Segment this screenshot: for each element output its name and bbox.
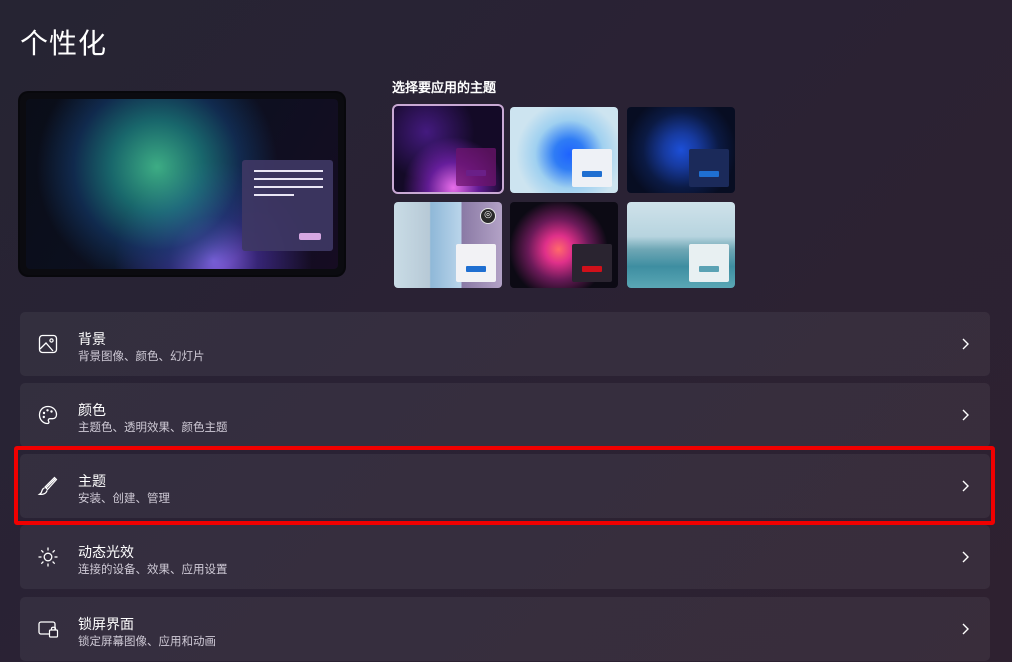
preview-window <box>242 160 333 251</box>
theme-blue-dark[interactable] <box>627 107 735 193</box>
row-subtitle: 主题色、透明效果、颜色主题 <box>78 420 228 434</box>
page-title: 个性化 <box>20 27 108 60</box>
settings-row-lock-screen[interactable]: 锁屏界面 锁定屏幕图像、应用和动画 <box>20 597 990 661</box>
palette-icon <box>38 405 58 425</box>
row-title: 颜色 <box>78 403 106 419</box>
row-subtitle: 安装、创建、管理 <box>78 491 170 505</box>
settings-row-background[interactable]: 背景 背景图像、颜色、幻灯片 <box>20 312 990 376</box>
chevron-right-icon <box>962 480 969 492</box>
sun-icon <box>38 547 58 567</box>
chevron-right-icon <box>962 338 969 350</box>
theme-preview <box>20 93 344 275</box>
camera-icon: ◎ <box>480 208 496 224</box>
row-title: 背景 <box>78 332 106 348</box>
themes-label: 选择要应用的主题 <box>392 81 497 96</box>
row-title: 锁屏界面 <box>78 617 134 633</box>
image-icon <box>38 334 58 354</box>
row-subtitle: 连接的设备、效果、应用设置 <box>78 562 228 576</box>
row-subtitle: 背景图像、颜色、幻灯片 <box>78 349 205 363</box>
settings-row-dynamic-lighting[interactable]: 动态光效 连接的设备、效果、应用设置 <box>20 525 990 589</box>
settings-row-themes[interactable]: 主题 安装、创建、管理 <box>20 454 990 518</box>
chevron-right-icon <box>962 623 969 635</box>
settings-row-colors[interactable]: 颜色 主题色、透明效果、颜色主题 <box>20 383 990 447</box>
theme-sunrise[interactable] <box>627 202 735 288</box>
lock-screen-icon <box>38 621 59 638</box>
chevron-right-icon <box>962 409 969 421</box>
row-title: 主题 <box>78 474 106 490</box>
chevron-right-icon <box>962 551 969 563</box>
row-title: 动态光效 <box>78 545 134 561</box>
preview-wallpaper <box>26 99 338 269</box>
theme-blue-light[interactable] <box>510 107 618 193</box>
theme-dark-glow[interactable] <box>394 106 502 192</box>
row-subtitle: 锁定屏幕图像、应用和动画 <box>78 634 216 648</box>
brush-icon <box>37 476 58 496</box>
theme-flow[interactable] <box>510 202 618 288</box>
theme-captured-motion[interactable]: ◎ <box>394 202 502 288</box>
